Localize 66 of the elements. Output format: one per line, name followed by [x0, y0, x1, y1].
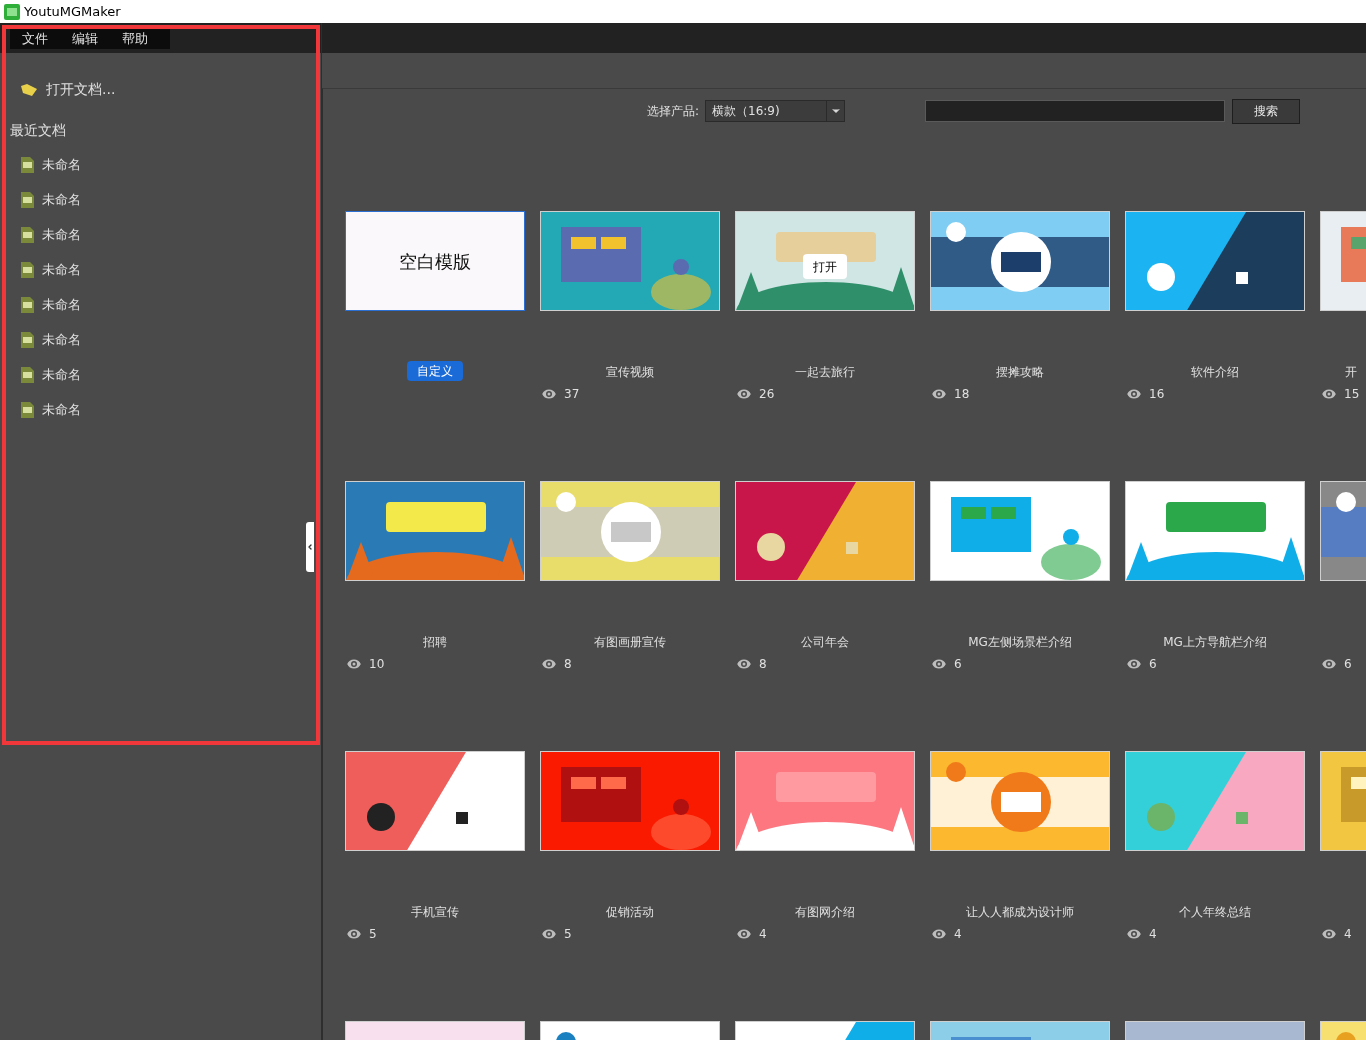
menu-item[interactable]: 编辑 [60, 28, 110, 49]
template-title: 有图网介绍 [795, 904, 855, 921]
template-title: MG左侧场景栏介绍 [968, 634, 1072, 651]
view-count: 8 [759, 656, 767, 673]
chevron-left-icon [306, 543, 314, 551]
mg-file-icon [21, 261, 34, 278]
template-title: 一起去旅行 [795, 364, 855, 381]
search-button[interactable]: 搜索 [1232, 98, 1301, 124]
recent-document[interactable]: 未命名 [21, 252, 81, 287]
mg-file-icon [21, 401, 34, 418]
view-count: 5 [564, 926, 572, 943]
view-count: 15 [1344, 386, 1360, 403]
recent-document[interactable]: 未命名 [21, 147, 81, 182]
template-title: 个人年终总结 [1179, 904, 1251, 921]
view-count: 18 [954, 386, 970, 403]
collapse-handle[interactable] [306, 522, 314, 572]
app-icon [4, 3, 20, 20]
open-button[interactable]: 打开 [803, 254, 847, 279]
recent-heading: 最近文档 [10, 121, 67, 140]
view-count: 10 [369, 656, 385, 673]
product-label: 选择产品: [647, 103, 700, 120]
recent-document[interactable]: 未命名 [21, 182, 81, 217]
mg-file-icon [21, 226, 34, 243]
template-title: 软件介绍 [1191, 364, 1239, 381]
template-title: 摆摊攻略 [996, 364, 1044, 381]
recent-document[interactable]: 未命名 [21, 357, 81, 392]
mg-file-icon [21, 296, 34, 313]
menu-item[interactable]: 帮助 [110, 28, 160, 49]
mg-file-icon [21, 366, 34, 383]
recent-document[interactable]: 未命名 [21, 287, 81, 322]
view-count: 4 [1344, 926, 1352, 943]
view-count: 8 [564, 656, 572, 673]
template-title: 促销活动 [606, 904, 654, 921]
template-title: 公司年会 [801, 634, 849, 651]
mg-file-icon [21, 331, 34, 348]
search-field[interactable] [925, 100, 1226, 122]
template-title: 宣传视频 [606, 364, 654, 381]
recent-document[interactable]: 未命名 [21, 217, 81, 252]
template-title: 有图画册宣传 [594, 634, 666, 651]
template-title: 手机宣传 [411, 904, 459, 921]
template-title: 让人人都成为设计师 [966, 904, 1074, 921]
view-count: 6 [954, 656, 962, 673]
window-title: YoutuMGMaker [24, 2, 121, 21]
open-document-button[interactable]: 打开文档... [20, 79, 116, 100]
view-count: 26 [759, 386, 775, 403]
recent-document[interactable]: 未命名 [21, 392, 81, 427]
view-count: 4 [954, 926, 962, 943]
view-count: 4 [1149, 926, 1157, 943]
menu-item[interactable]: 文件 [10, 28, 60, 49]
folder-icon [20, 82, 38, 97]
view-count: 5 [369, 926, 377, 943]
custom-badge[interactable]: 自定义 [407, 361, 463, 381]
view-count: 6 [1149, 656, 1157, 673]
view-count: 16 [1149, 386, 1165, 403]
view-count: 6 [1344, 656, 1352, 673]
recent-document[interactable]: 未命名 [21, 322, 81, 357]
blank-template-card[interactable]: 空白模版 [345, 211, 525, 311]
template-title: 招聘 [423, 634, 447, 651]
view-count: 37 [564, 386, 580, 403]
product-dropdown[interactable]: 横款（16:9) [705, 100, 846, 122]
blank-template-label: 空白模版 [399, 249, 471, 274]
mg-file-icon [21, 156, 34, 173]
mg-file-icon [21, 191, 34, 208]
template-title: MG上方导航栏介绍 [1163, 634, 1267, 651]
view-count: 4 [759, 926, 767, 943]
template-title: 开 [1345, 364, 1357, 381]
